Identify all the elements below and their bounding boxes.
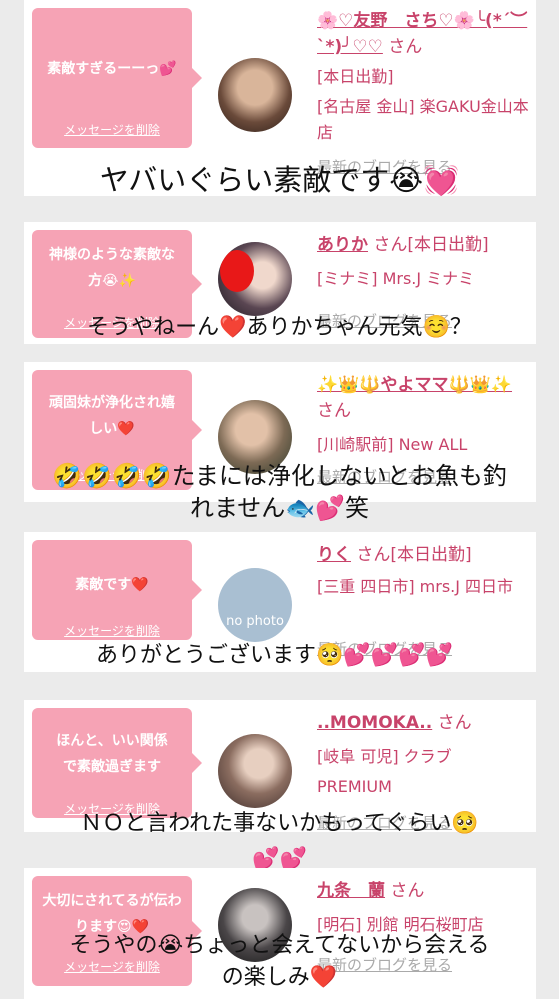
status-detail: [本日出勤]	[317, 67, 394, 86]
message-bubble: ほんと、いい関係で素敵過ぎます メッセージを削除	[32, 708, 202, 818]
caption: ありがとうございます🥺💕💕💕💕	[96, 643, 453, 668]
caption-line: れません🐟💕笑	[189, 494, 370, 522]
no-photo-label: no photo	[226, 614, 284, 629]
message-bubble: 素敵です❤️ メッセージを削除	[32, 540, 202, 640]
shop-detail: [岐阜 可児] クラブ	[317, 747, 452, 766]
avatar[interactable]	[218, 734, 292, 808]
caption-line: 🤣🤣🤣🤣たまには浄化しないとお魚も釣	[52, 462, 507, 490]
message-text: 素敵です❤️	[75, 577, 149, 593]
sender-name[interactable]: ありか	[317, 235, 368, 255]
caption: そうやの😭ちょっと会えてないから会える の楽しみ❤️	[0, 930, 559, 994]
shop-detail: [ミナミ] Mrs.J ミナミ	[317, 269, 475, 288]
honorific: さん	[390, 881, 425, 901]
message-bubble: 素敵すぎるーーっ💕 メッセージを削除	[32, 8, 202, 148]
caption-line: ＮＯと言われた事ないかもってぐらい🥺	[80, 811, 479, 836]
message-text: 神様のような素敵な方😭✨	[49, 247, 175, 289]
sender-name[interactable]: ..MOMOKA..	[317, 713, 432, 733]
message-text: ほんと、いい関係で素敵過ぎます	[56, 733, 168, 775]
caption: ヤバいぐらい素敵です😭💓	[99, 163, 460, 197]
sender-name[interactable]: りく	[317, 545, 351, 565]
message-text: 素敵すぎるーーっ💕	[47, 61, 177, 77]
caption: そうやねーん❤️ありかちゃん元気☺️？	[87, 315, 472, 340]
shop-detail: [名古屋 金山] 楽GAKU金山本店	[317, 97, 529, 142]
delete-message-link[interactable]: メッセージを削除	[32, 622, 192, 639]
message-text: 頑固妹が浄化され嬉しい❤️	[49, 395, 175, 437]
red-sticker	[220, 250, 254, 292]
honorific: さん[本日出勤]	[373, 235, 489, 255]
sender-name[interactable]: 九条 蘭	[317, 881, 385, 901]
avatar[interactable]	[218, 58, 292, 132]
shop-detail: [三重 四日市] mrs.J 四日市	[317, 577, 514, 596]
avatar[interactable]	[218, 242, 292, 316]
honorific: さん	[388, 37, 423, 57]
honorific: さん	[317, 401, 351, 421]
avatar[interactable]: no photo	[218, 568, 292, 642]
shop-detail: PREMIUM	[317, 777, 392, 796]
honorific: さん	[437, 713, 472, 733]
sender-name[interactable]: ✨👑🔱やよママ🔱👑✨	[317, 375, 512, 395]
delete-message-link[interactable]: メッセージを削除	[32, 121, 192, 138]
caption-line: そうやの😭ちょっと会えてないから会える	[69, 933, 490, 958]
shop-detail: [川崎駅前] New ALL	[317, 435, 468, 454]
caption: 🤣🤣🤣🤣たまには浄化しないとお魚も釣 れません🐟💕笑	[0, 460, 559, 524]
caption-line: の楽しみ❤️	[221, 965, 338, 990]
honorific: さん[本日出勤]	[356, 545, 472, 565]
